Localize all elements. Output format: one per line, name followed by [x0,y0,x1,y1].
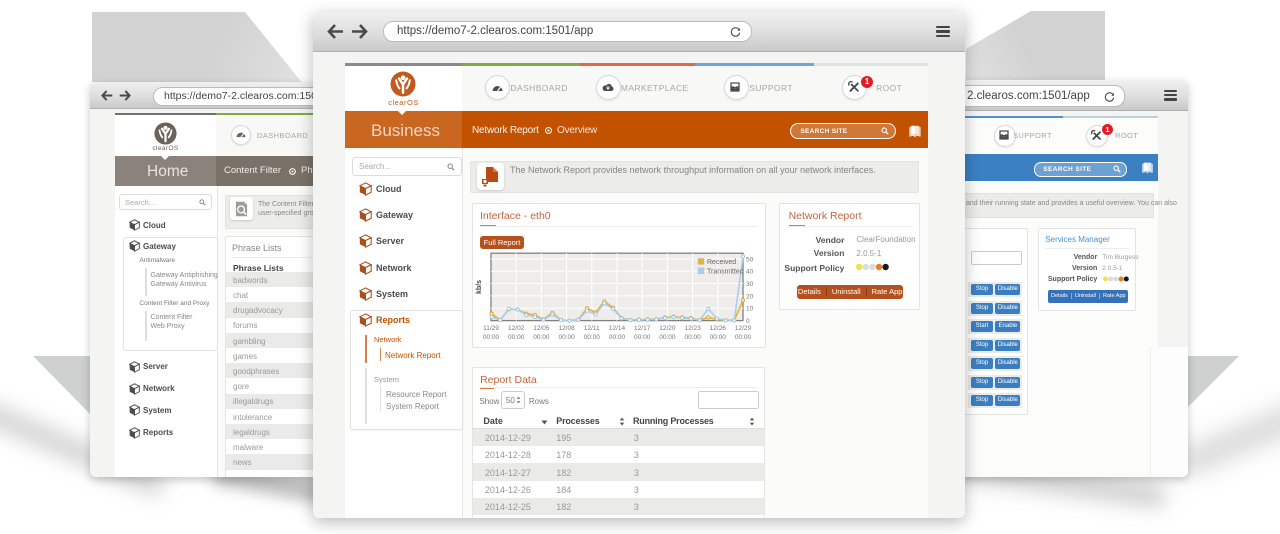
svg-text:00:00: 00:00 [483,334,500,341]
svg-text:12/26: 12/26 [710,325,727,332]
svg-text:00:00: 00:00 [710,334,727,341]
svg-text:12/20: 12/20 [659,325,676,332]
svg-text:12/23: 12/23 [684,325,701,332]
svg-text:11/29: 11/29 [483,325,499,332]
svg-text:00:00: 00:00 [634,334,651,341]
svg-text:00:00: 00:00 [609,334,626,341]
svg-text:10: 10 [746,305,754,312]
svg-text:50: 50 [746,256,754,263]
svg-text:00:00: 00:00 [584,334,601,341]
svg-text:12/11: 12/11 [584,325,600,332]
svg-text:12/17: 12/17 [634,325,651,332]
svg-text:00:00: 00:00 [659,334,676,341]
svg-text:12/02: 12/02 [508,325,525,332]
svg-text:12/29: 12/29 [735,325,752,332]
svg-text:12/14: 12/14 [609,325,626,332]
svg-text:00:00: 00:00 [533,334,550,341]
svg-text:Transmitted: Transmitted [707,268,744,275]
svg-text:kb/s: kb/s [476,280,483,294]
svg-text:00:00: 00:00 [508,334,525,341]
svg-text:00:00: 00:00 [735,334,752,341]
svg-text:20: 20 [746,293,754,300]
svg-text:Received: Received [707,259,736,266]
svg-text:0: 0 [746,318,750,325]
svg-text:00:00: 00:00 [684,334,701,341]
svg-text:00:00: 00:00 [558,334,575,341]
svg-text:30: 30 [746,281,754,288]
svg-text:12/08: 12/08 [558,325,575,332]
svg-text:40: 40 [746,268,754,275]
svg-text:12/05: 12/05 [533,325,550,332]
